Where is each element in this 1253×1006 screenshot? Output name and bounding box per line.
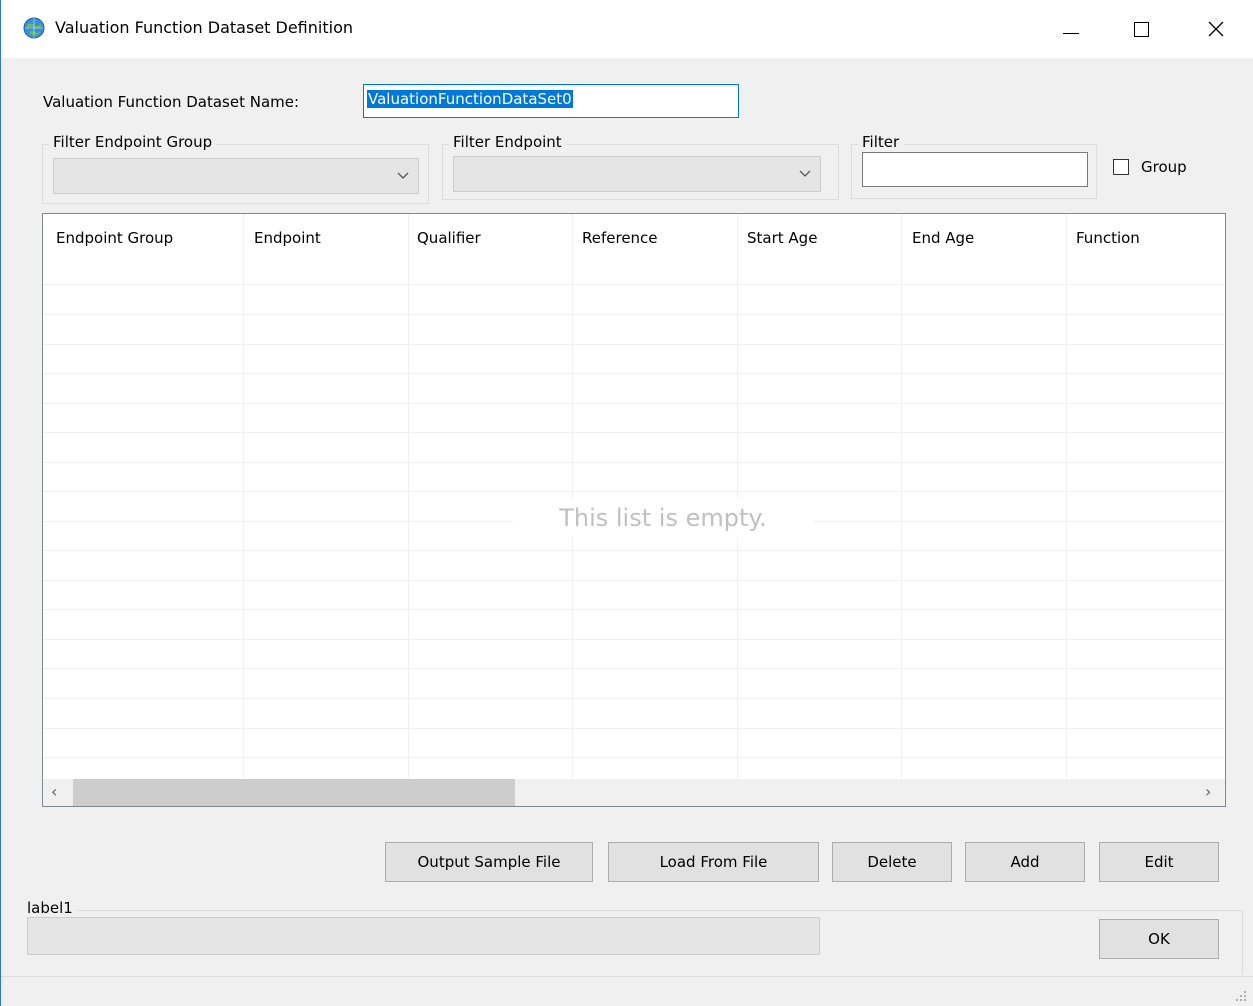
globe-icon <box>23 17 45 39</box>
close-icon <box>1208 21 1224 37</box>
close-button[interactable] <box>1186 0 1246 58</box>
filter-title: Filter <box>858 133 904 151</box>
chevron-down-icon <box>799 170 811 177</box>
row-divider <box>43 373 1225 374</box>
row-divider <box>43 728 1225 729</box>
row-divider <box>43 609 1225 610</box>
row-divider <box>43 344 1225 345</box>
status-strip <box>1 976 1253 1006</box>
scroll-left-icon[interactable]: ‹ <box>51 782 57 801</box>
column-divider <box>408 214 409 779</box>
maximize-button[interactable] <box>1111 0 1171 58</box>
column-divider <box>572 214 573 779</box>
filter-endpoint-combo[interactable] <box>453 156 821 192</box>
scrollbar-thumb[interactable] <box>73 779 515 806</box>
edit-button[interactable]: Edit <box>1099 842 1219 882</box>
row-divider <box>43 757 1225 758</box>
scroll-right-icon[interactable]: › <box>1205 782 1211 801</box>
output-sample-file-button[interactable]: Output Sample File <box>385 842 593 882</box>
row-divider <box>43 314 1225 315</box>
group-checkbox[interactable] <box>1113 159 1129 175</box>
row-divider <box>43 550 1225 551</box>
column-header-function[interactable]: Function <box>1076 229 1140 247</box>
delete-button[interactable]: Delete <box>832 842 952 882</box>
filter-input[interactable] <box>862 152 1088 187</box>
window-title: Valuation Function Dataset Definition <box>55 18 353 37</box>
ok-button[interactable]: OK <box>1099 919 1219 959</box>
chevron-down-icon <box>397 172 409 179</box>
row-divider <box>43 580 1225 581</box>
dataset-name-label: Valuation Function Dataset Name: <box>43 93 300 111</box>
row-divider <box>43 698 1225 699</box>
endpoint-list[interactable]: Endpoint Group Endpoint Qualifier Refere… <box>42 213 1226 807</box>
row-divider <box>43 432 1225 433</box>
row-divider <box>43 491 1225 492</box>
column-divider <box>737 214 738 779</box>
row-divider <box>43 403 1225 404</box>
load-from-file-button[interactable]: Load From File <box>608 842 819 882</box>
column-header-endpoint-group[interactable]: Endpoint Group <box>56 229 173 247</box>
empty-list-message: This list is empty. <box>513 498 813 538</box>
row-divider <box>43 639 1225 640</box>
filter-endpoint-group-combo[interactable] <box>53 158 419 194</box>
horizontal-scrollbar[interactable]: ‹ › <box>43 779 1225 806</box>
column-header-start-age[interactable]: Start Age <box>747 229 817 247</box>
column-header-endpoint[interactable]: Endpoint <box>254 229 321 247</box>
column-header-qualifier[interactable]: Qualifier <box>417 229 481 247</box>
row-divider <box>43 462 1225 463</box>
column-header-reference[interactable]: Reference <box>582 229 658 247</box>
status-field <box>27 917 820 955</box>
row-divider <box>43 668 1225 669</box>
column-divider <box>243 214 244 779</box>
filter-endpoint-title: Filter Endpoint <box>449 133 566 151</box>
group-checkbox-label[interactable]: Group <box>1141 158 1187 176</box>
column-divider <box>901 214 902 779</box>
minimize-icon <box>1063 32 1079 34</box>
filter-endpoint-group-title: Filter Endpoint Group <box>49 133 217 151</box>
dataset-name-value: ValuationFunctionDataSet0 <box>367 90 573 108</box>
minimize-button[interactable] <box>1041 0 1101 58</box>
column-header-end-age[interactable]: End Age <box>912 229 974 247</box>
resize-grip-icon[interactable] <box>1235 990 1247 1002</box>
status-title: label1 <box>25 899 77 917</box>
maximize-icon <box>1133 21 1149 37</box>
add-button[interactable]: Add <box>965 842 1085 882</box>
column-divider <box>1066 214 1067 779</box>
dataset-name-input[interactable]: ValuationFunctionDataSet0 <box>363 84 739 118</box>
title-bar[interactable]: Valuation Function Dataset Definition <box>1 0 1253 58</box>
row-divider <box>43 284 1225 285</box>
